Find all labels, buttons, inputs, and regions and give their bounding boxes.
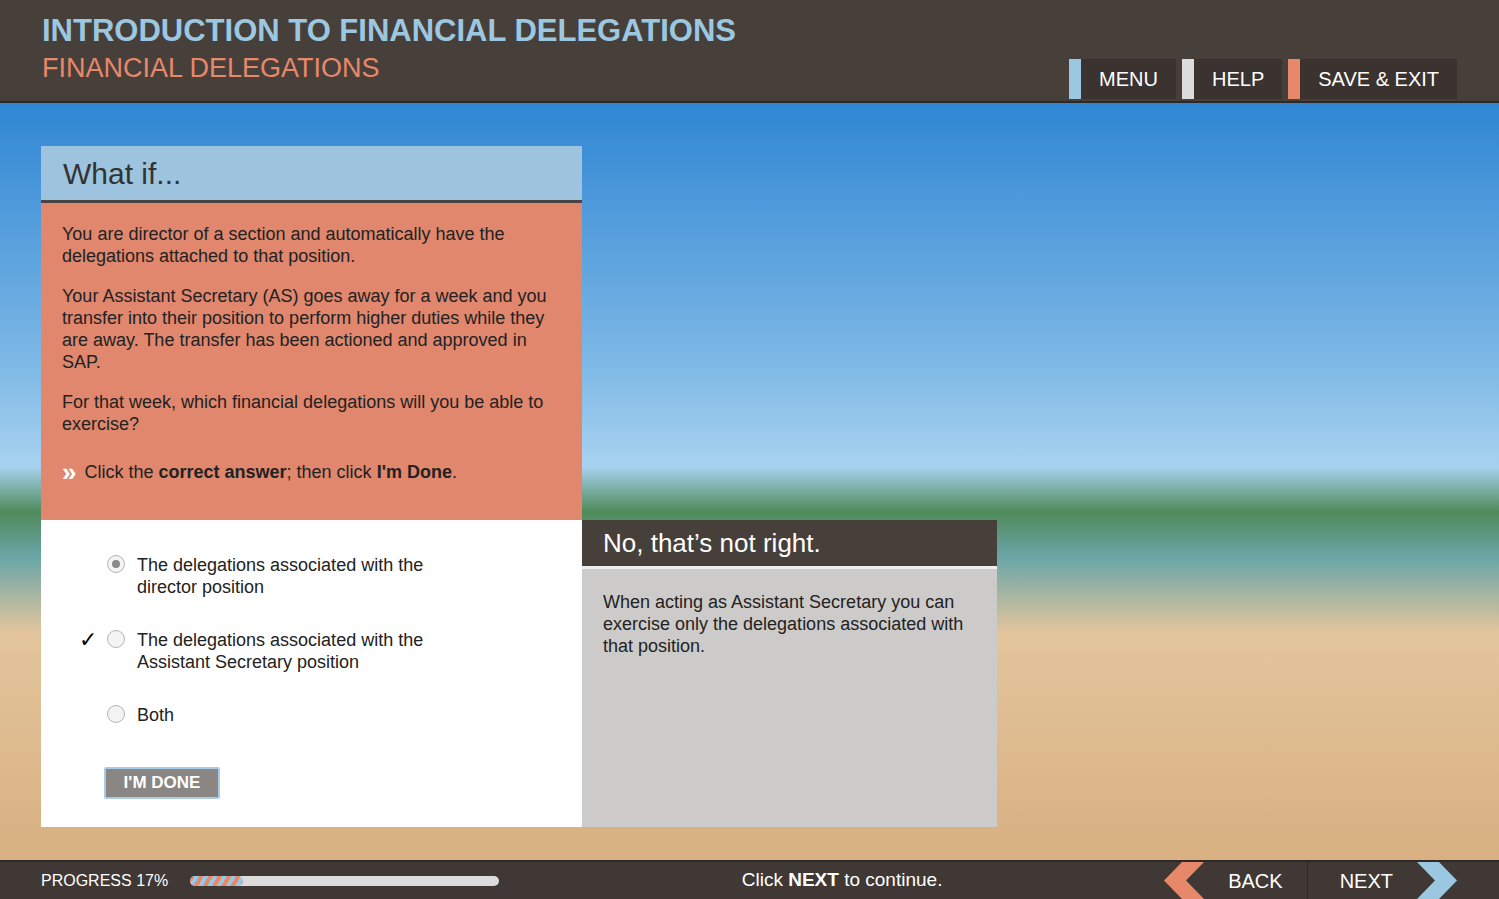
im-done-button[interactable]: I'M DONE [104, 767, 220, 799]
answer-row: The delegations associated with the dire… [41, 520, 1499, 827]
title-block: INTRODUCTION TO FINANCIAL DELEGATIONSFIN… [0, 0, 736, 101]
nav-label: MENU [1081, 59, 1176, 99]
back-label: BACK [1228, 866, 1282, 896]
content: What if... You are director of a section … [0, 103, 1499, 827]
progress-bar [190, 876, 499, 886]
question-paragraph: You are director of a section and automa… [62, 223, 561, 267]
course-title: INTRODUCTION TO FINANCIAL DELEGATIONS [42, 12, 736, 50]
radio-button[interactable] [107, 630, 125, 648]
nav-button[interactable]: HELP [1182, 59, 1282, 99]
feedback-header: No, that’s not right. [582, 520, 997, 569]
nav-button[interactable]: SAVE & EXIT [1288, 59, 1457, 99]
nav-accent [1288, 59, 1300, 99]
next-button[interactable]: NEXT [1308, 862, 1457, 899]
next-label: NEXT [1340, 866, 1393, 896]
radio-button[interactable] [107, 705, 125, 723]
nav-label: SAVE & EXIT [1300, 59, 1457, 99]
option[interactable]: The delegations associated with the dire… [79, 554, 582, 629]
hint: Click NEXT to continue. [560, 866, 1164, 895]
option[interactable]: ✓ The delegations associated with the Ass… [79, 629, 582, 704]
module-title: FINANCIAL DELEGATIONS [42, 50, 736, 86]
options-panel: The delegations associated with the dire… [41, 520, 582, 827]
option-label: The delegations associated with the dire… [137, 554, 457, 598]
progress-label: PROGRESS 17% [41, 869, 168, 893]
question-body: You are director of a section and automa… [41, 203, 582, 520]
back-button[interactable]: BACK [1164, 862, 1307, 899]
radio-button[interactable] [107, 555, 125, 573]
back-arrow-icon [1164, 862, 1204, 899]
question-paragraph: Your Assistant Secretary (AS) goes away … [62, 285, 561, 373]
feedback-body: When acting as Assistant Secretary you c… [582, 569, 997, 827]
course-player: INTRODUCTION TO FINANCIAL DELEGATIONSFIN… [0, 0, 1499, 899]
chevrons-icon: » [62, 461, 76, 483]
nav-label: HELP [1194, 59, 1282, 99]
progress: PROGRESS 17% [0, 869, 560, 893]
next-arrow-icon [1417, 862, 1457, 899]
nav-button[interactable]: MENU [1069, 59, 1176, 99]
nav-accent [1069, 59, 1081, 99]
question-header: What if... [41, 146, 582, 203]
instruction: »Click the correct answer; then click I'… [62, 461, 561, 483]
pager: BACK NEXT [1164, 862, 1499, 899]
header: INTRODUCTION TO FINANCIAL DELEGATIONSFIN… [0, 0, 1499, 103]
option-label: The delegations associated with the Assi… [137, 629, 457, 673]
stage: What if... You are director of a section … [0, 103, 1499, 860]
correct-check-icon: ✓ [79, 629, 107, 651]
option-label: Both [137, 704, 457, 726]
radio-dot [112, 560, 120, 568]
question-paragraph: For that week, which financial delegatio… [62, 391, 561, 435]
progress-fill [190, 876, 243, 886]
top-nav: MENU HELP SAVE & EXIT [1069, 0, 1499, 101]
footer: PROGRESS 17% Click NEXT to continue. BACK N… [0, 860, 1499, 899]
nav-accent [1182, 59, 1194, 99]
feedback-panel: No, that’s not right.When acting as Assi… [582, 520, 997, 827]
